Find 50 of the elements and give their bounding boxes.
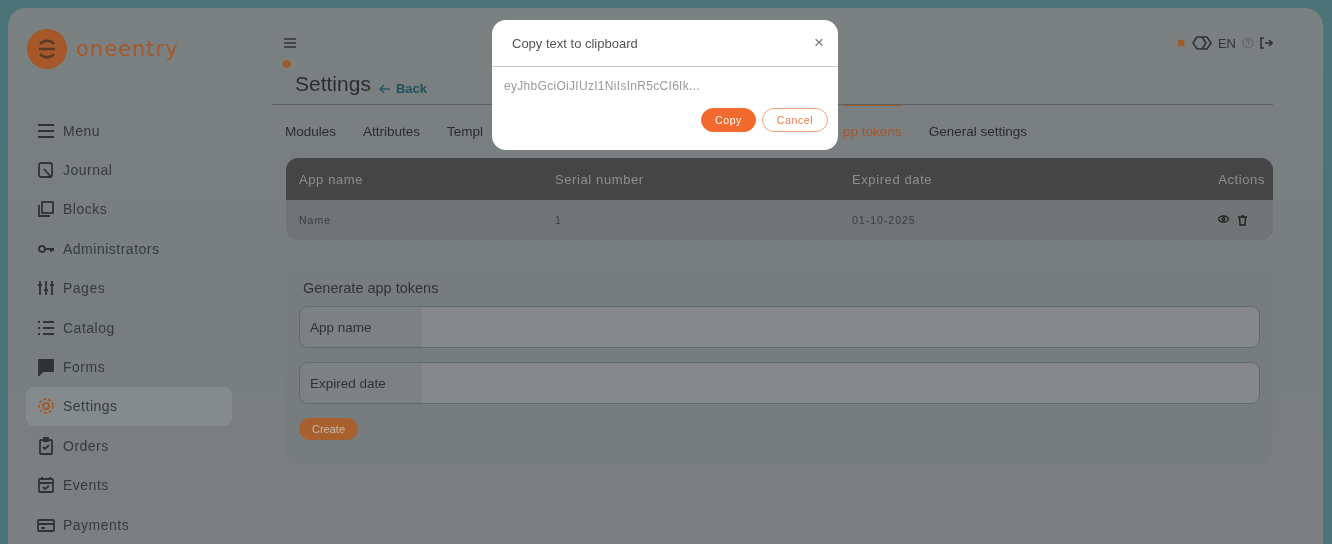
logo-icon [26,28,68,70]
page-title: Settings [295,72,371,96]
language-selector[interactable]: EN [1217,35,1236,51]
sidebar-item[interactable]: Pages [26,268,232,308]
tab[interactable]: General settings [928,104,1027,150]
clipboard-icon [37,436,55,455]
menu-icon [37,121,55,140]
trash-icon[interactable] [1238,214,1247,226]
menu-icon[interactable] [284,38,296,48]
journal-icon [37,161,55,180]
logout-icon[interactable] [1260,37,1273,49]
table-cell-text: Name [298,214,332,226]
sidebar-item[interactable]: Journal [26,150,232,190]
dialog-title: Copy text to clipboard [512,35,638,51]
sidebar-item[interactable]: Blocks [26,189,232,230]
tab[interactable]: Modules [285,104,337,150]
cancel-button[interactable]: Cancel [762,108,828,132]
sidebar-item[interactable]: Catalog [26,307,232,348]
column-header: App name [298,171,365,187]
gear-icon [37,397,55,416]
column-header: Actions [1217,171,1266,187]
sidebar-item[interactable]: Administrators [26,229,232,269]
sidebar-item[interactable]: Settings [26,386,232,427]
sidebar-item[interactable]: Events [26,465,232,505]
card-title: Generate app tokens [303,280,440,296]
back-link[interactable]: Back [378,81,427,96]
list-icon [37,318,55,337]
form-icon [37,358,55,377]
input-field[interactable]: App name [299,306,1260,348]
close-button[interactable]: × [810,33,828,53]
input-field[interactable]: Expired date [299,362,1260,404]
create-button[interactable]: Create [299,418,359,440]
translate-icon[interactable] [1191,36,1212,50]
token-text: eyJhbGciOiJIUzI1NiIsInR5cCI6Ik... [503,78,701,93]
tab[interactable]: Attributes [363,104,421,150]
sliders-icon [37,279,55,298]
view-icon[interactable] [1218,214,1229,223]
column-header: Serial number [555,171,645,187]
column-header: Expired date [852,171,934,187]
logo-text: oneentry [76,37,179,61]
copy-button[interactable]: Copy [701,108,756,132]
status-dot [283,60,291,68]
sidebar-item[interactable]: Orders [26,426,232,466]
back-arrow-icon [378,83,391,94]
sidebar-item[interactable]: Forms [26,347,232,387]
blocks-icon [37,200,55,219]
sidebar-item[interactable]: Payments [26,504,232,544]
calendar-icon [37,476,55,495]
tab[interactable]: Templ [447,104,484,150]
sidebar-item[interactable]: Menu [26,111,232,151]
